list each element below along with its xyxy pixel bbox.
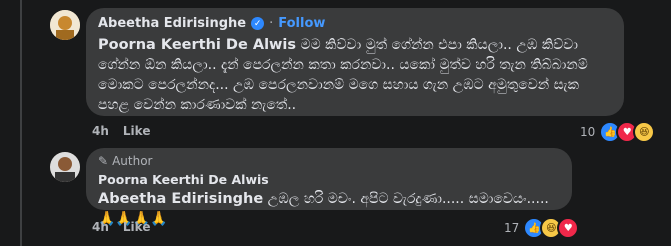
comment-header: Abeetha Edirisinghe ✓ · Follow bbox=[98, 16, 612, 31]
follow-button[interactable]: Follow bbox=[278, 16, 325, 31]
avatar[interactable] bbox=[50, 152, 80, 182]
comment-time[interactable]: 4h bbox=[92, 220, 109, 234]
author-badge-label: Author bbox=[112, 154, 153, 168]
pencil-icon: ✎ bbox=[98, 154, 109, 168]
reply-thread-line bbox=[20, 0, 22, 246]
love-reaction-icon: ♥ bbox=[557, 217, 580, 239]
separator-dot: · bbox=[269, 16, 274, 31]
comment-actions: 4h Like bbox=[92, 220, 150, 234]
comment-time[interactable]: 4h bbox=[92, 124, 109, 138]
comment-text: Poorna Keerthi De Alwis මම කිව්වා මුත් ග… bbox=[98, 35, 612, 115]
comment-text: Abeetha Edirisinghe උඹල හරි මචං. අපිට වැ… bbox=[98, 189, 560, 229]
mention-link[interactable]: Abeetha Edirisinghe bbox=[98, 191, 263, 207]
comment-bubble: ✎ Author Poorna Keerthi De Alwis Abeetha… bbox=[86, 148, 572, 227]
comment-author[interactable]: Abeetha Edirisinghe bbox=[98, 16, 246, 31]
author-badge: ✎ Author bbox=[98, 154, 560, 168]
reaction-count: 10 bbox=[580, 125, 596, 139]
comment-bubble: Abeetha Edirisinghe ✓ · Follow Poorna Ke… bbox=[86, 8, 624, 116]
mention-link[interactable]: Poorna Keerthi De Alwis bbox=[98, 37, 296, 53]
verified-check-icon: ✓ bbox=[251, 17, 265, 30]
avatar[interactable] bbox=[50, 10, 80, 40]
like-button[interactable]: Like bbox=[123, 124, 151, 138]
comment-actions: 4h Like bbox=[92, 124, 150, 138]
reaction-summary[interactable]: 17 👍 😆 ♥ bbox=[504, 217, 580, 239]
comment-author[interactable]: Poorna Keerthi De Alwis bbox=[98, 172, 560, 187]
reaction-count: 17 bbox=[504, 221, 520, 235]
reaction-summary[interactable]: 10 👍 ♥ 😆 bbox=[580, 121, 656, 143]
like-button[interactable]: Like bbox=[123, 220, 151, 234]
haha-reaction-icon: 😆 bbox=[633, 121, 656, 143]
